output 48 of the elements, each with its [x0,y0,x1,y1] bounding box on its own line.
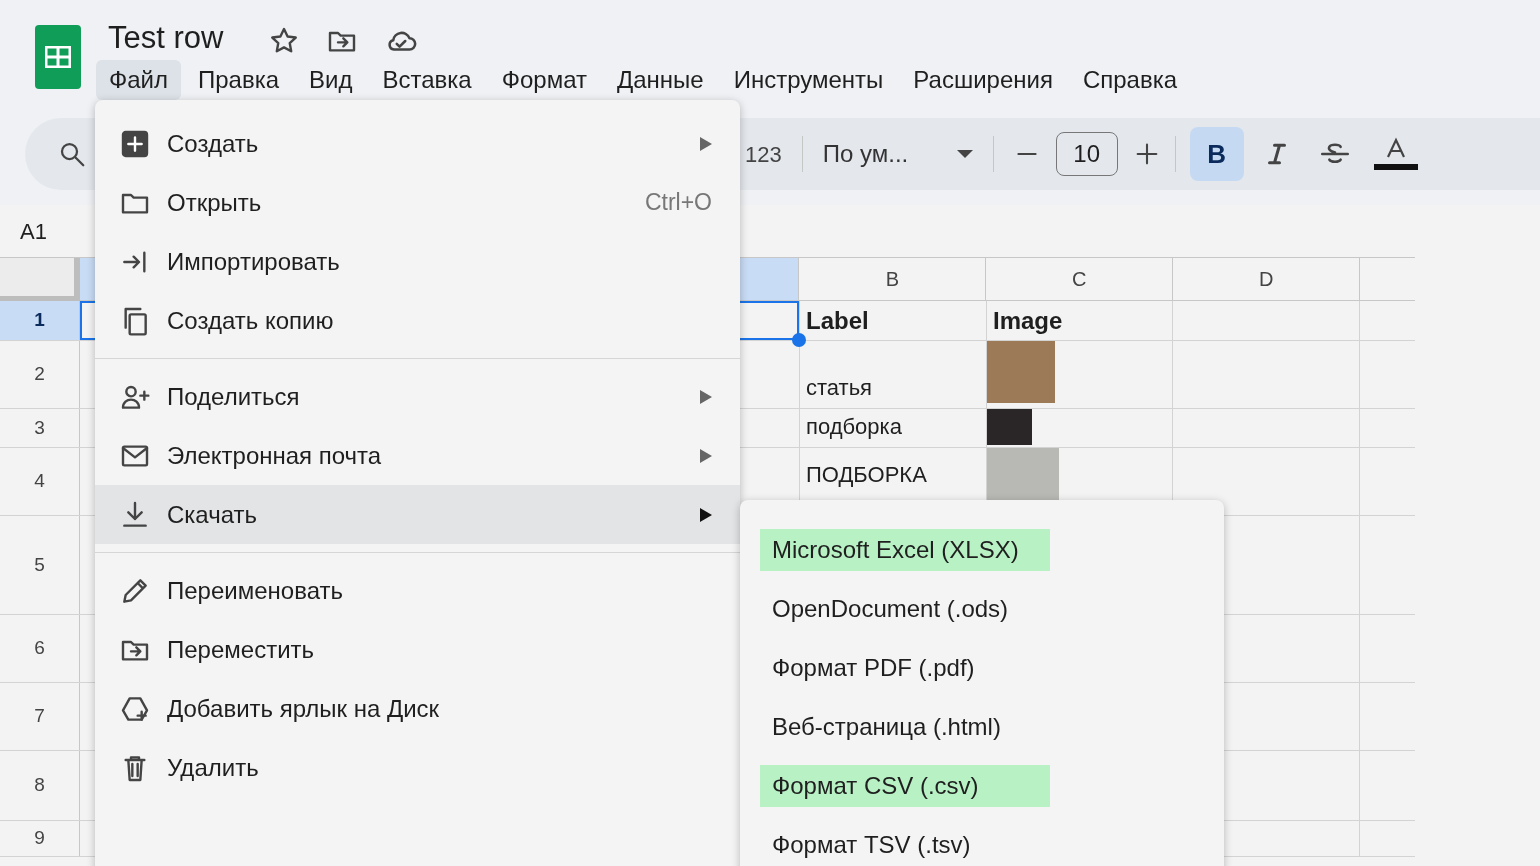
sheets-logo-icon[interactable] [35,25,81,89]
menu-option[interactable]: Формат CSV (.csv) [760,764,1050,807]
cell-text: ПОДБОРКА [806,461,927,489]
cell-text: статья [806,374,873,402]
menu-option[interactable]: Поделиться [95,367,740,426]
menu-item[interactable]: Вид [296,60,366,100]
menu-item[interactable]: Данные [604,60,717,100]
menu-option[interactable]: Microsoft Excel (XLSX) [760,528,1050,571]
document-title[interactable]: Test row [108,18,224,58]
menu-option[interactable]: Импортировать [95,232,740,291]
text-color-icon[interactable] [1373,137,1418,171]
menu-item[interactable]: Вставка [369,60,485,100]
menu-option[interactable]: OpenDocument (.ods) [760,587,1021,630]
fill-handle[interactable] [792,333,806,347]
cell-reference-box[interactable]: A1 [20,214,47,248]
menu-option[interactable]: Электронная почта [95,426,740,485]
menu-option[interactable]: Веб-страница (.html) [760,705,1013,748]
menu-option[interactable]: Удалить [95,738,740,797]
cell-text: Label [806,305,869,336]
menu-option[interactable]: Переименовать [95,561,740,620]
menu-item[interactable]: Инструменты [720,60,897,100]
menu-option[interactable]: Формат TSV (.tsv) [760,823,983,866]
column-header[interactable]: B [798,258,986,301]
menu-option[interactable]: Скачать [95,485,740,544]
column-header[interactable]: C [985,258,1173,301]
menu-option[interactable]: Открыть Ctrl+O [95,173,740,232]
menu-option[interactable]: Переместить [95,620,740,679]
menu-item[interactable]: Формат [488,60,600,100]
font-dropdown[interactable]: По ум... [822,136,973,172]
bold-button[interactable]: B [1189,127,1244,181]
photo-placeholder [987,448,1059,500]
menu-item[interactable]: Правка [185,60,293,100]
menu-item[interactable]: Файл [96,60,181,100]
font-size-field[interactable]: 10 [1055,132,1118,176]
photo-placeholder [987,341,1055,403]
photo-placeholder [987,409,1032,445]
menu-option[interactable]: Формат PDF (.pdf) [760,646,987,689]
menu-option[interactable]: Добавить ярлык на Диск [95,679,740,738]
menu-item[interactable]: Расширения [900,60,1066,100]
menu-item[interactable]: Справка [1069,60,1191,100]
row-header[interactable]: 1 [0,301,80,340]
caret-icon [956,149,973,159]
cell-text: Image [993,305,1063,336]
cell-text: подборка [806,413,902,441]
column-header[interactable]: D [1172,258,1360,301]
menu-option[interactable]: Создать копию [95,291,740,350]
menu-option[interactable]: Создать [95,114,740,173]
number-format-button[interactable]: 123 [745,137,782,171]
